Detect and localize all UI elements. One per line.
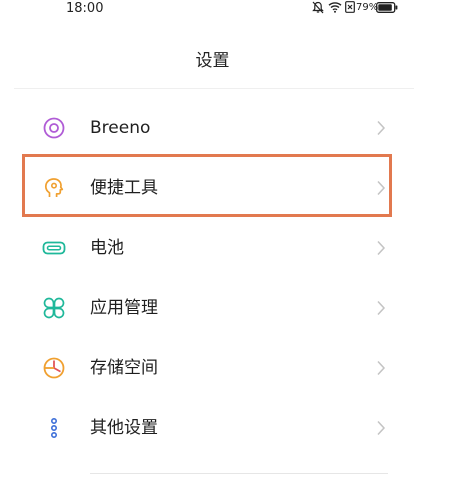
- chevron-right-icon: [377, 120, 386, 136]
- settings-item-label: 电池: [90, 238, 124, 258]
- highlight-box: [22, 154, 392, 217]
- chevron-right-icon: [377, 300, 386, 316]
- chevron-right-icon: [377, 240, 386, 256]
- settings-item-other-settings[interactable]: 其他设置: [24, 400, 400, 456]
- settings-item-label: Breeno: [90, 118, 151, 138]
- battery-percent: 79%: [356, 2, 379, 13]
- no-sim-icon: [345, 1, 355, 13]
- chevron-right-icon: [377, 420, 386, 436]
- storage-icon: [43, 357, 65, 379]
- other-settings-icon: [51, 417, 58, 438]
- battery-icon: [42, 241, 66, 255]
- header-divider: [14, 88, 414, 89]
- status-bar: 18:00 79%: [0, 0, 450, 20]
- breeno-icon: [43, 117, 65, 139]
- settings-item-label: 其他设置: [90, 418, 158, 438]
- page-title: 设置: [195, 51, 230, 71]
- status-time: 18:00: [66, 1, 104, 16]
- settings-item-breeno[interactable]: Breeno: [24, 100, 400, 156]
- wifi-icon: [328, 2, 342, 13]
- app-management-icon: [43, 297, 65, 319]
- settings-item-storage[interactable]: 存储空间: [24, 340, 400, 396]
- settings-item-app-management[interactable]: 应用管理: [24, 280, 400, 336]
- settings-item-label: 存储空间: [90, 358, 158, 378]
- settings-item-battery[interactable]: 电池: [24, 220, 400, 276]
- mute-bell-icon: [312, 1, 324, 14]
- chevron-right-icon: [377, 360, 386, 376]
- battery-icon-status: [376, 2, 398, 13]
- list-divider: [90, 473, 388, 474]
- settings-item-label: 应用管理: [90, 298, 158, 318]
